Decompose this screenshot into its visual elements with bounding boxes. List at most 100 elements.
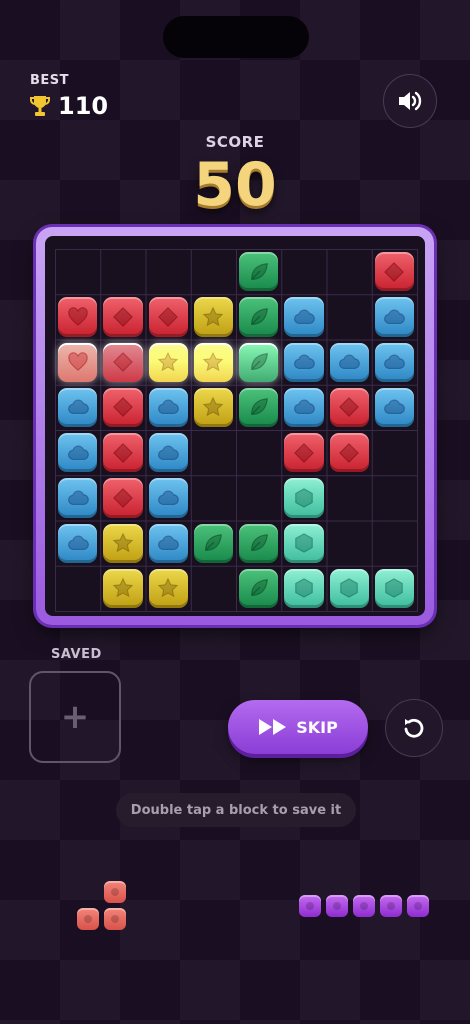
board-cell[interactable] (55, 385, 100, 430)
blue-cloud-block[interactable] (374, 387, 414, 427)
blue-cloud-block[interactable] (284, 297, 324, 337)
board-cell[interactable] (55, 249, 100, 294)
board-cell[interactable] (327, 566, 372, 611)
board-cell[interactable] (327, 340, 372, 385)
board-cell[interactable] (372, 475, 417, 520)
red-heart-block[interactable] (58, 297, 98, 337)
board-cell[interactable] (146, 294, 191, 339)
board-cell[interactable] (55, 475, 100, 520)
board-cell[interactable] (55, 294, 100, 339)
board-cell[interactable] (191, 521, 236, 566)
blue-cloud-block[interactable] (148, 523, 188, 563)
red-diamond-block[interactable] (374, 252, 414, 292)
board-cell[interactable] (191, 385, 236, 430)
board-cell[interactable] (191, 566, 236, 611)
red-diamond-block[interactable] (103, 342, 143, 382)
red-diamond-block[interactable] (329, 433, 369, 473)
red-diamond-block[interactable] (103, 433, 143, 473)
yellow-star-block[interactable] (148, 342, 188, 382)
blue-cloud-block[interactable] (58, 478, 98, 518)
green-leaf-block[interactable] (239, 252, 279, 292)
yellow-star-block[interactable] (193, 387, 233, 427)
red-diamond-block[interactable] (103, 387, 143, 427)
board-cell[interactable] (146, 340, 191, 385)
board-cell[interactable] (100, 475, 145, 520)
board-cell[interactable] (100, 385, 145, 430)
board-cell[interactable] (146, 475, 191, 520)
yellow-star-block[interactable] (193, 342, 233, 382)
red-diamond-block[interactable] (284, 433, 324, 473)
board-cell[interactable] (236, 294, 281, 339)
board-cell[interactable] (191, 249, 236, 294)
board-cell[interactable] (191, 475, 236, 520)
board-cell[interactable] (236, 249, 281, 294)
blue-cloud-block[interactable] (58, 387, 98, 427)
board-cell[interactable] (146, 249, 191, 294)
board-cell[interactable] (55, 566, 100, 611)
board-cell[interactable] (146, 521, 191, 566)
blue-cloud-block[interactable] (374, 342, 414, 382)
green-leaf-block[interactable] (239, 523, 279, 563)
blue-cloud-block[interactable] (148, 433, 188, 473)
board-cell[interactable] (372, 430, 417, 475)
saved-slot[interactable]: + (29, 671, 121, 763)
blue-cloud-block[interactable] (374, 297, 414, 337)
board-cell[interactable] (327, 249, 372, 294)
board-cell[interactable] (236, 430, 281, 475)
yellow-star-block[interactable] (193, 297, 233, 337)
board-cell[interactable] (55, 521, 100, 566)
board-cell[interactable] (191, 430, 236, 475)
board-cell[interactable] (327, 385, 372, 430)
board-cell[interactable] (146, 385, 191, 430)
blue-cloud-block[interactable] (329, 342, 369, 382)
board-cell[interactable] (146, 430, 191, 475)
board-cell[interactable] (236, 475, 281, 520)
board-cell[interactable] (100, 294, 145, 339)
green-leaf-block[interactable] (239, 342, 279, 382)
green-leaf-block[interactable] (193, 523, 233, 563)
board-cell[interactable] (281, 249, 326, 294)
board-cell[interactable] (191, 294, 236, 339)
teal-hexagon-block[interactable] (329, 568, 369, 608)
blue-cloud-block[interactable] (284, 387, 324, 427)
board-cell[interactable] (281, 430, 326, 475)
red-diamond-block[interactable] (103, 297, 143, 337)
board-cell[interactable] (372, 521, 417, 566)
green-leaf-block[interactable] (239, 568, 279, 608)
teal-hexagon-block[interactable] (284, 568, 324, 608)
board-cell[interactable] (327, 294, 372, 339)
salmon-heart-block[interactable] (58, 342, 98, 382)
teal-hexagon-block[interactable] (284, 523, 324, 563)
board-cell[interactable] (281, 475, 326, 520)
board-cell[interactable] (281, 340, 326, 385)
board-cell[interactable] (146, 566, 191, 611)
teal-hexagon-block[interactable] (284, 478, 324, 518)
red-diamond-block[interactable] (329, 387, 369, 427)
board-cell[interactable] (191, 340, 236, 385)
yellow-star-block[interactable] (148, 568, 188, 608)
board-cell[interactable] (281, 385, 326, 430)
board-cell[interactable] (100, 430, 145, 475)
green-leaf-block[interactable] (239, 387, 279, 427)
board-cell[interactable] (327, 430, 372, 475)
board-cell[interactable] (100, 249, 145, 294)
yellow-star-block[interactable] (103, 568, 143, 608)
board-cell[interactable] (372, 294, 417, 339)
blue-cloud-block[interactable] (58, 433, 98, 473)
board-cell[interactable] (281, 294, 326, 339)
board-cell[interactable] (100, 521, 145, 566)
board-cell[interactable] (236, 566, 281, 611)
teal-hexagon-block[interactable] (374, 568, 414, 608)
red-diamond-block[interactable] (103, 478, 143, 518)
skip-button[interactable]: SKIP (228, 700, 368, 754)
blue-cloud-block[interactable] (284, 342, 324, 382)
green-leaf-block[interactable] (239, 297, 279, 337)
board-cell[interactable] (281, 521, 326, 566)
blue-cloud-block[interactable] (148, 387, 188, 427)
board-cell[interactable] (55, 340, 100, 385)
board-cell[interactable] (236, 340, 281, 385)
board-cell[interactable] (281, 566, 326, 611)
board-cell[interactable] (327, 475, 372, 520)
board-cell[interactable] (100, 566, 145, 611)
blue-cloud-block[interactable] (58, 523, 98, 563)
